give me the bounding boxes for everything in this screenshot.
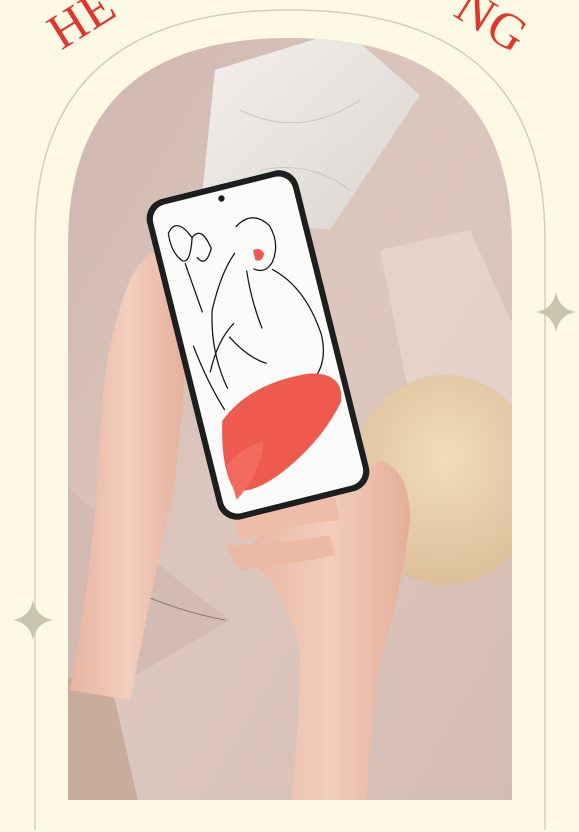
poster-canvas: [13, 9, 576, 830]
title-layer: HE NG: [37, 0, 539, 64]
title-left: HE: [37, 0, 125, 60]
title-right: NG: [446, 0, 539, 64]
sparkle-star-icon: [536, 292, 576, 332]
photo: [68, 38, 512, 800]
sparkle-star-icon: [13, 600, 53, 640]
